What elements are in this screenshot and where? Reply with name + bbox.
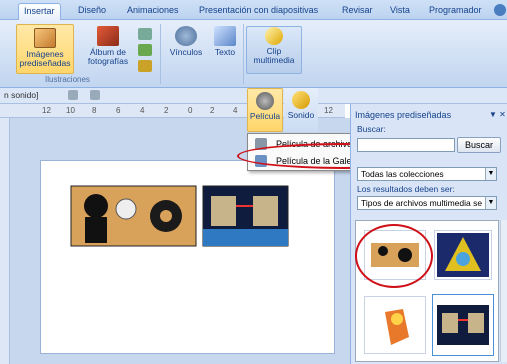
clipart-icon xyxy=(34,28,56,48)
help-icon[interactable] xyxy=(494,4,506,16)
ruler-number: 10 xyxy=(66,106,75,115)
sonido-button[interactable]: Sonido xyxy=(284,88,318,132)
people-gears-clipart[interactable] xyxy=(70,185,197,247)
tab-vista[interactable]: Vista xyxy=(385,3,415,20)
album-fotografias-button[interactable]: Álbum de fotografías xyxy=(78,26,138,74)
pane-scrollbar[interactable] xyxy=(500,220,507,362)
speaker-icon xyxy=(292,91,310,109)
clipart-result-figure[interactable] xyxy=(364,296,426,354)
ruler-number: 2 xyxy=(164,106,169,115)
ruler-number: 6 xyxy=(116,106,121,115)
ruler-number: 8 xyxy=(92,106,97,115)
vertical-ruler xyxy=(0,118,10,364)
clip-multimedia-button[interactable]: Clip multimedia xyxy=(246,26,302,74)
pane-title: Imágenes prediseñadas xyxy=(355,110,452,120)
thumb-image xyxy=(437,305,489,345)
pane-close-icon[interactable]: ▼ ✕ xyxy=(489,110,506,119)
ribbon-tab-bar: Insertar Diseño Animaciones Presentación… xyxy=(0,0,507,20)
group-label-ilustraciones: Ilustraciones xyxy=(45,75,90,84)
clipart-result-colorful[interactable] xyxy=(434,230,492,280)
collections-value: Todas las colecciones xyxy=(361,169,444,179)
results-label: Los resultados deben ser: xyxy=(357,184,455,194)
media-icon xyxy=(265,27,283,45)
font-size-selector[interactable]: n sonido] xyxy=(4,90,39,100)
search-input[interactable] xyxy=(357,138,455,152)
smartart-icon[interactable] xyxy=(138,44,152,56)
slide[interactable] xyxy=(40,160,335,354)
separator xyxy=(243,24,244,84)
imagenes-label: Imágenes prediseñadas xyxy=(19,49,71,68)
chart-icon[interactable] xyxy=(138,60,152,72)
tab-animaciones[interactable]: Animaciones xyxy=(122,3,184,20)
tab-revisar[interactable]: Revisar xyxy=(337,3,378,20)
chevron-down-icon: ▼ xyxy=(485,168,496,180)
ruler-number: 0 xyxy=(188,106,193,115)
texto-button[interactable]: Texto xyxy=(210,26,240,74)
tab-presentacion[interactable]: Presentación con diapositivas xyxy=(194,3,323,20)
ruler-number: 4 xyxy=(140,106,145,115)
thumb-image xyxy=(437,233,489,277)
ruler-number: 2 xyxy=(210,106,215,115)
sonido-label: Sonido xyxy=(287,110,315,120)
text-icon xyxy=(214,26,236,46)
ruler-number: 12 xyxy=(324,106,333,115)
separator xyxy=(160,24,161,84)
clip-label: Clip multimedia xyxy=(253,46,295,65)
buscar-button[interactable]: Buscar xyxy=(457,137,501,153)
album-label: Álbum de fotografías xyxy=(87,47,129,66)
vinculos-button[interactable]: Vínculos xyxy=(166,26,206,74)
pelicula-button[interactable]: Película xyxy=(247,88,283,132)
clipart-result-computers[interactable] xyxy=(432,294,494,356)
media-type-select[interactable]: Tipos de archivos multimedia se ▼ xyxy=(357,196,497,210)
collections-select[interactable]: Todas las colecciones ▼ xyxy=(357,167,497,181)
thumb-image xyxy=(385,309,409,345)
computers-network-clipart[interactable] xyxy=(202,185,289,247)
imagenes-prediseñadas-button[interactable]: Imágenes prediseñadas xyxy=(16,24,74,74)
ruler-number: 12 xyxy=(42,106,51,115)
pelicula-label: Película xyxy=(249,111,281,121)
shapes-icon[interactable] xyxy=(138,28,152,40)
annotation-oval xyxy=(355,224,433,288)
tab-insertar[interactable]: Insertar xyxy=(18,3,61,20)
texto-label: Texto xyxy=(214,47,236,57)
album-icon xyxy=(97,26,119,46)
vinculos-label: Vínculos xyxy=(169,47,203,57)
tab-diseno[interactable]: Diseño xyxy=(73,3,111,20)
redo-icon[interactable] xyxy=(90,90,100,100)
chevron-down-icon: ▼ xyxy=(485,197,496,209)
link-icon xyxy=(175,26,197,46)
ribbon-panel: Imágenes prediseñadas Álbum de fotografí… xyxy=(0,20,507,88)
tab-programador[interactable]: Programador xyxy=(424,3,487,20)
ruler-number: 4 xyxy=(233,106,238,115)
buscar-label: Buscar: xyxy=(357,124,386,134)
media-type-value: Tipos de archivos multimedia se xyxy=(361,198,483,208)
undo-icon[interactable] xyxy=(68,90,78,100)
film-reel-icon xyxy=(256,92,274,110)
slide-canvas xyxy=(70,185,289,247)
